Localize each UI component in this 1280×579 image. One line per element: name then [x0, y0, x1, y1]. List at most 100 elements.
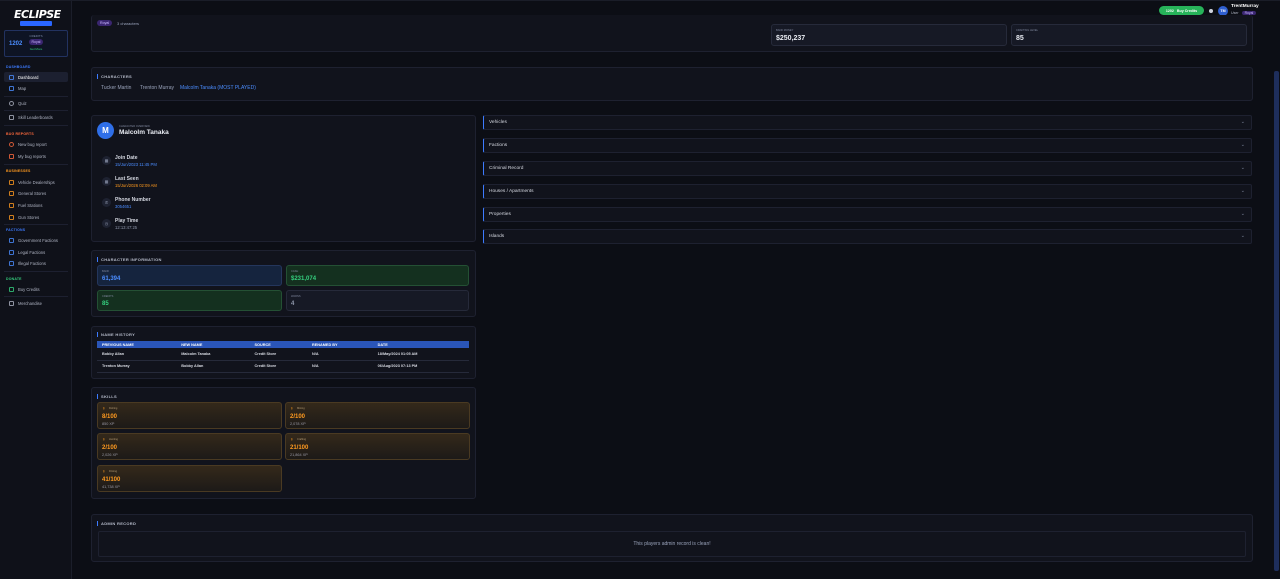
phone-number-label: Phone Number [115, 197, 151, 203]
nav-skill-leaderboards[interactable]: Skill Leaderboards [4, 112, 68, 122]
list-icon [9, 153, 14, 159]
skill-card-crafting: ♆ Crafting 21/100 21,864 XP [285, 433, 470, 460]
trophy-icon: ♆ [290, 437, 294, 443]
card-label: BANK [102, 270, 110, 273]
tab-trenton-murray[interactable]: Trenton Murray [140, 85, 174, 91]
characters-count: 3 characters [117, 21, 140, 26]
accordion-title: Criminal Record [489, 166, 524, 171]
bug-icon [9, 141, 14, 147]
skill-xp: 850 XP [102, 422, 115, 426]
nav-illegal-factions[interactable]: Illegal Factions [4, 258, 68, 268]
accordion-properties[interactable]: Properties ⌄ [483, 207, 1252, 222]
skill-level: 41/100 [102, 477, 121, 483]
nav-merchandise[interactable]: Merchandise [4, 298, 68, 308]
accordion-islands[interactable]: Islands ⌄ [483, 229, 1252, 244]
characters-panel: CHARACTERS [91, 67, 1253, 101]
admin-record-title: ADMIN RECORD [97, 521, 136, 526]
name-history-table: PREVIOUS NAME NEW NAME SOURCE RENAMED BY… [97, 341, 469, 373]
accordion-criminal-record[interactable]: Criminal Record ⌄ [483, 161, 1252, 176]
nav-label: Legal Factions [18, 249, 46, 255]
table-header-row: PREVIOUS NAME NEW NAME SOURCE RENAMED BY… [97, 341, 469, 348]
accordion-vehicles[interactable]: Vehicles ⌄ [483, 115, 1252, 130]
accordion-houses-apartments[interactable]: Houses / Apartments ⌄ [483, 184, 1252, 199]
bank-money-card: BANK MONEY $250,237 [771, 24, 1007, 46]
scrollbar-thumb[interactable] [1274, 71, 1279, 571]
nav-buy-credits[interactable]: Buy Credits [4, 284, 68, 294]
card-icon [9, 286, 14, 292]
skill-name: Crafting [297, 438, 307, 441]
accordion-title: Islands [489, 234, 505, 239]
admin-record-panel: ADMIN RECORD This players admin record i… [91, 514, 1253, 562]
nav-map[interactable]: Map [4, 83, 68, 93]
crafting-level-card: CRAFTING LEVEL 85 [1011, 24, 1247, 46]
nav-legal-factions[interactable]: Legal Factions [4, 247, 68, 257]
divider [4, 224, 68, 225]
divider [4, 96, 68, 97]
building-icon [9, 237, 14, 243]
cell: Credit Store [249, 360, 308, 373]
trophy-icon: ♆ [102, 437, 106, 443]
credits-label: CREDITS [29, 34, 43, 38]
nav-label: Buy Credits [18, 286, 40, 292]
card-label: WARNS [291, 295, 301, 298]
skill-card-fishing: ♆ Fishing 8/100 850 XP [97, 402, 282, 429]
divider [4, 110, 68, 111]
nav-general-stores[interactable]: General Stores [4, 188, 68, 198]
skill-card-driving: ♆ Driving 41/100 41,738 XP [97, 465, 282, 492]
credits-get-more[interactable]: Get More [5, 47, 67, 51]
skills-title: SKILLS [97, 394, 117, 399]
nav-my-bug-reports[interactable]: My bug reports [4, 151, 68, 161]
skill-xp: 41,738 XP [102, 485, 120, 489]
nav-new-bug-report[interactable]: New bug report [4, 139, 68, 149]
section-donate: DONATE [6, 277, 22, 281]
cell: Credit Store [249, 348, 308, 361]
cell: Malcolm Tanaka [176, 348, 250, 361]
logo[interactable]: ECLIPSE [14, 9, 61, 29]
play-time-label: Play Time [115, 218, 139, 224]
nav-government-factions[interactable]: Government Factions [4, 235, 68, 245]
skill-level: 21/100 [290, 445, 309, 451]
nav-vehicle-dealerships[interactable]: Vehicle Dealerships [4, 177, 68, 187]
nav-gun-stores[interactable]: Gun Stores [4, 212, 68, 222]
join-date-value: 15/Jun/2023 11:45 PM [115, 162, 157, 167]
tab-malcolm-tanaka[interactable]: Malcolm Tanaka (MOST PLAYED) [180, 85, 256, 91]
trophy-icon: ♆ [102, 469, 106, 475]
accordion-factions[interactable]: Factions ⌄ [483, 138, 1252, 153]
scale-icon [9, 249, 14, 255]
logo-underline [20, 21, 52, 26]
card-value: $231,074 [291, 276, 317, 282]
characters-title: CHARACTERS [97, 74, 132, 79]
question-icon [9, 100, 14, 106]
divider [4, 125, 68, 126]
card-value: 85 [102, 301, 109, 307]
nav-label: Gun Stores [18, 214, 40, 220]
skill-level: 2/100 [290, 414, 306, 420]
cart-icon [9, 300, 14, 306]
gun-icon [9, 214, 14, 220]
theme-toggle-icon[interactable] [1209, 9, 1213, 13]
section-businesses: BUSINESSES [6, 169, 31, 173]
buy-credits-button[interactable]: 1202 Buy Credits [1159, 6, 1204, 15]
nav-fuel-stations[interactable]: Fuel Stations [4, 200, 68, 210]
chevron-down-icon: ⌄ [1240, 233, 1245, 239]
skill-level: 2/100 [102, 445, 118, 451]
trophy-icon [9, 114, 14, 120]
tab-tucker-martin[interactable]: Tucker Martin [101, 85, 131, 91]
trophy-icon: ♆ [102, 406, 106, 412]
nav-dashboard[interactable]: Dashboard [4, 72, 68, 82]
username[interactable]: TrentMurray [1231, 4, 1259, 9]
warns-card: WARNS 4 [286, 290, 469, 311]
mask-icon [9, 260, 14, 266]
chevron-down-icon: ⌄ [1240, 211, 1245, 217]
skill-name: Mining [297, 407, 305, 410]
card-value: 85 [1016, 35, 1024, 42]
section-dashboard: DASHBOARD [6, 65, 31, 69]
nav-quiz[interactable]: Quiz [4, 98, 68, 108]
accordion-title: Properties [489, 212, 511, 217]
accordion-title: Vehicles [489, 120, 507, 125]
credits-badge: Royal [28, 39, 44, 45]
divider [4, 296, 68, 297]
skill-level: 8/100 [102, 414, 118, 420]
card-label: CRAFTING LEVEL [1016, 29, 1039, 32]
skill-xp: 2,078 XP [290, 422, 306, 426]
